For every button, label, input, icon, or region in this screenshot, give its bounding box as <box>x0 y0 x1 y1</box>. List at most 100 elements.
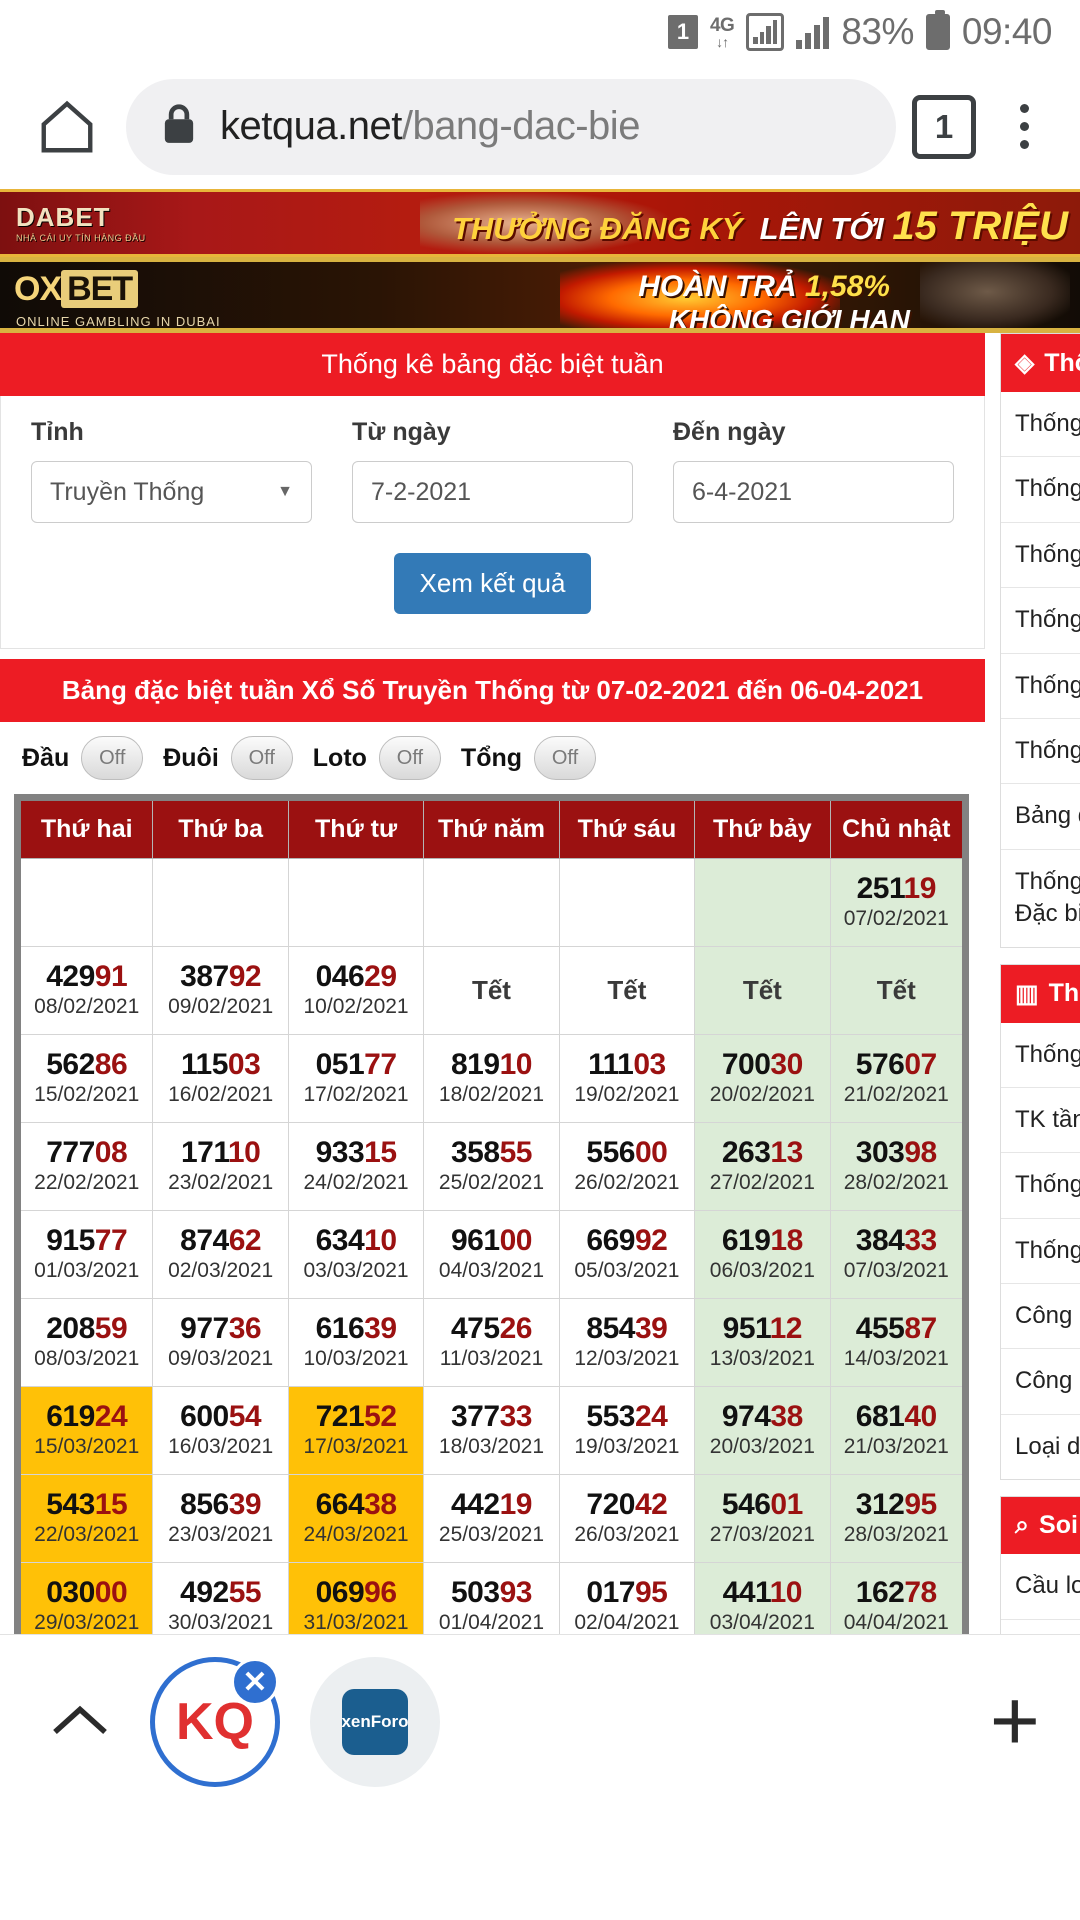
prize-date: 23/02/2021 <box>168 1171 274 1195</box>
sidebar-item-0-4[interactable]: Thống kê lô gan <box>1001 654 1080 719</box>
sidebar-item-2-0[interactable]: Cầu loto bạch thủ <box>1001 1554 1080 1620</box>
table-cell: 47526 11/03/2021 <box>423 1298 560 1387</box>
app-shortcut-xenforo[interactable]: xenForo <box>310 1657 440 1787</box>
prize-head: 251 <box>856 871 904 905</box>
plus-icon[interactable]: + <box>990 1679 1040 1764</box>
prize-head: 854 <box>586 1311 635 1345</box>
prize-date: 30/03/2021 <box>168 1611 274 1635</box>
address-bar[interactable]: ketqua.net/bang-dac-bie <box>126 78 896 175</box>
bar-chart-icon: ▥ <box>1015 979 1039 1008</box>
table-cell: 66438 24/03/2021 <box>287 1474 425 1563</box>
prize-tail: 01 <box>770 1487 803 1521</box>
from-date-input[interactable]: 7-2-2021 <box>352 461 633 523</box>
sidebar-item-0-7[interactable]: Thống kê giải đặc biệt theo Đặc biệt <box>1001 850 1080 947</box>
prize-number: 54601 <box>695 1487 829 1521</box>
prize-head: 030 <box>46 1575 95 1609</box>
prize-number: 61918 <box>695 1224 829 1257</box>
prize-date: 12/03/2021 <box>574 1347 680 1371</box>
sidebar-item-1-4[interactable]: Công cụ lấy số <box>1001 1284 1080 1350</box>
prize-date: 21/03/2021 <box>843 1435 949 1459</box>
table-cell: Tết <box>423 946 560 1035</box>
table-cell: 61924 15/03/2021 <box>16 1386 154 1475</box>
url-path: /bang-dac-bie <box>401 104 641 148</box>
table-cell: 54315 22/03/2021 <box>16 1474 154 1563</box>
prize-tail: 15 <box>94 1487 128 1521</box>
table-cell: 63410 03/03/2021 <box>287 1210 425 1299</box>
toggle-switch-2[interactable]: Off <box>378 736 441 780</box>
sidebar-item-0-0[interactable]: Thống kê cầu <box>1001 392 1080 458</box>
table-cell: 26313 27/02/2021 <box>694 1122 831 1211</box>
home-icon[interactable] <box>24 84 110 170</box>
prize-date: 14/03/2021 <box>843 1347 949 1371</box>
url-domain: ketqua.net <box>220 104 402 148</box>
prize-date: 02/04/2021 <box>574 1611 680 1635</box>
sidebar-item-1-5[interactable]: Công cụ lấy số VIP <box>1001 1349 1080 1415</box>
table-row: 42991 08/02/2021 38792 09/02/2021 04629 10/02… <box>16 946 967 1035</box>
prize-head: 442 <box>451 1487 500 1521</box>
prize-number: 50393 <box>424 1576 558 1609</box>
prize-number: 63410 <box>289 1224 423 1257</box>
prize-tail: 39 <box>364 1311 397 1345</box>
prize-number: 72042 <box>560 1488 694 1521</box>
sidebar-item-0-1[interactable]: Thống kê nhanh loto <box>1001 457 1080 523</box>
ad-banner-oxbet[interactable]: OX BET ONLINE GAMBLING IN DUBAI HOÀN TRẢ … <box>0 257 1080 333</box>
app-shortcut-ketqua[interactable]: KQ ✕ <box>150 1657 280 1787</box>
prize-date: 01/04/2021 <box>438 1611 545 1635</box>
toggle-switch-1[interactable]: Off <box>230 736 293 780</box>
prize-head: 669 <box>586 1223 635 1257</box>
prize-head: 162 <box>855 1575 905 1609</box>
toggle-switch-0[interactable]: Off <box>81 736 144 780</box>
toggle-switch-3[interactable]: Off <box>534 736 597 780</box>
prize-head: 961 <box>451 1223 500 1257</box>
prize-tail: 33 <box>904 1223 937 1257</box>
prize-date: 19/03/2021 <box>574 1435 680 1459</box>
table-cell: 20859 08/03/2021 <box>16 1298 154 1387</box>
prize-tail: 29 <box>364 959 397 993</box>
prize-number: 72152 <box>289 1400 423 1433</box>
webpage-viewport: DABET NHÀ CÁI UY TÍN HÀNG ĐẦU THƯỞNG ĐĂN… <box>0 189 1080 1809</box>
table-body: 25119 07/02/2021 42991 08/02/2021 38792 09/02… <box>16 858 967 1739</box>
prize-tail: 24 <box>634 1399 668 1433</box>
prize-tail: 95 <box>634 1575 668 1609</box>
sidebar-item-1-1[interactable]: TK tần suất loto <box>1001 1088 1080 1154</box>
prize-date: 26/03/2021 <box>574 1523 680 1547</box>
prize-head: 576 <box>855 1047 905 1081</box>
table-row: 91577 01/03/2021 87462 02/03/2021 63410 03/03… <box>16 1210 967 1299</box>
prize-number: 38792 <box>153 959 287 993</box>
sidebar-item-1-0[interactable]: Thống kê loto <box>1001 1023 1080 1088</box>
sidebar-item-0-5[interactable]: Thống kê theo tổng <box>1001 719 1080 785</box>
kebab-menu-icon[interactable] <box>992 104 1056 149</box>
prize-date: 15/02/2021 <box>34 1083 140 1107</box>
sidebar-item-1-6[interactable]: Loại dàn đề <box>1001 1415 1080 1479</box>
prize-number: 38433 <box>831 1223 962 1257</box>
holiday-label: Tết <box>471 975 511 1005</box>
chevron-up-icon[interactable] <box>40 1682 120 1762</box>
battery-percent-label: 83% <box>841 11 914 52</box>
prize-number: 35855 <box>424 1136 558 1169</box>
prize-date: 24/02/2021 <box>303 1171 409 1195</box>
prize-tail: 39 <box>228 1487 262 1521</box>
prize-date: 29/03/2021 <box>34 1611 140 1635</box>
view-results-button[interactable]: Xem kết quả <box>393 553 592 614</box>
close-icon[interactable]: ✕ <box>231 1658 279 1706</box>
prize-tail: 19 <box>499 1487 533 1521</box>
sidebar-item-1-2[interactable]: Thống kê giải đặc biệt <box>1001 1153 1080 1219</box>
prize-number: 66992 <box>560 1223 694 1257</box>
province-select[interactable]: Truyền Thống ▼ <box>31 461 312 523</box>
table-cell: 57607 21/02/2021 <box>829 1034 967 1123</box>
sidebar-item-0-2[interactable]: Thống kê đầu đuôi <box>1001 523 1080 589</box>
table-cell: 77708 22/02/2021 <box>16 1122 154 1211</box>
prize-head: 387 <box>180 959 229 993</box>
sidebar-item-0-6[interactable]: Bảng đặc biệt tuần <box>1001 784 1080 850</box>
ad-banner-dabet[interactable]: DABET NHÀ CÁI UY TÍN HÀNG ĐẦU THƯỞNG ĐĂN… <box>0 189 1080 257</box>
prize-tail: 07 <box>904 1047 937 1081</box>
prize-tail: 13 <box>770 1135 803 1169</box>
url-text: ketqua.net/bang-dac-bie <box>220 104 640 149</box>
data-transfer-icon: 4G ↓↑ <box>710 16 735 49</box>
toggle-label-0: Đầu <box>22 743 70 772</box>
sidebar-item-1-3[interactable]: Thống kê chu kỳ <box>1001 1219 1080 1285</box>
to-date-input[interactable]: 6-4-2021 <box>673 461 954 523</box>
tab-counter-button[interactable]: 1 <box>912 94 976 159</box>
prize-date: 03/03/2021 <box>303 1259 409 1283</box>
sidebar-item-0-3[interactable]: Thống kê giải đặc biệt loto <box>1001 588 1080 654</box>
